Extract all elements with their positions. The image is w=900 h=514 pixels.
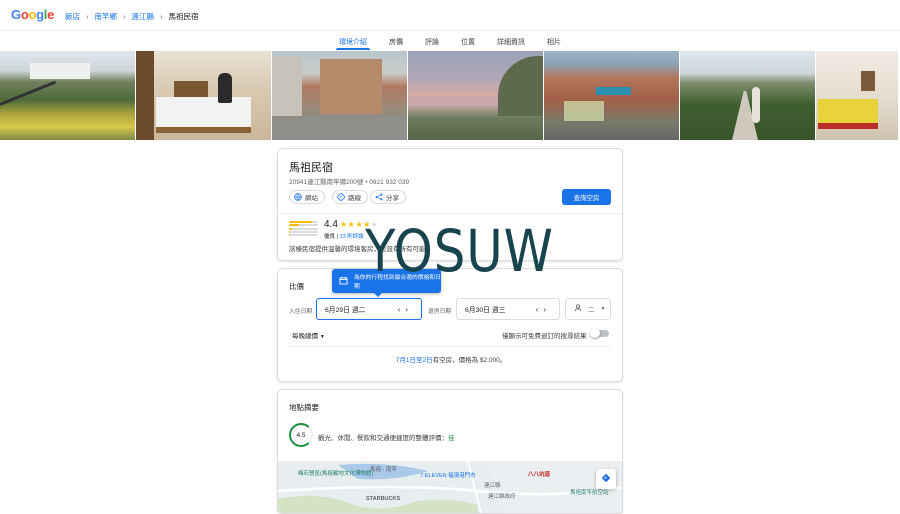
rating-word: 優良 xyxy=(324,234,336,240)
breadcrumb-separator: › xyxy=(86,12,89,21)
watermark: YOSUW xyxy=(365,217,554,285)
rating-value: 4.4 xyxy=(324,219,338,230)
check-out-value: 6月30日 週三 xyxy=(465,307,506,314)
rating-summary: 優良 | 33 則評論 xyxy=(324,232,364,240)
map-label-museum[interactable]: 梅石營區(馬祖戰地文化博物館) xyxy=(298,469,373,477)
check-out-arrows[interactable]: ‹› xyxy=(536,305,551,314)
location-score-text: 觀光、休閒、餐飲和交通便捷度的整體評價： xyxy=(318,435,448,442)
breadcrumb: 飯店 › 南竿鄉 › 連江縣 › 馬祖民宿 xyxy=(65,11,199,22)
photo-guesthouse-exterior[interactable] xyxy=(544,51,679,140)
guests-selector[interactable]: 二 ▼ xyxy=(565,298,611,320)
check-availability-button[interactable]: 查詢空房 xyxy=(562,189,611,205)
map-label-county: 連江縣 xyxy=(484,483,501,489)
location-section-title: 地點摘要 xyxy=(289,403,319,412)
location-score-ring: 4.5 xyxy=(289,423,313,447)
price-comparison-card: 比價 7月1日至2日有空房，價格為 $2,000。 xyxy=(277,268,623,382)
photo-bedroom[interactable] xyxy=(136,51,271,140)
breadcrumb-hotels[interactable]: 飯店 xyxy=(65,11,80,22)
location-map[interactable]: 梅石營區(馬祖戰地文化博物館) 馬祖 - 南竿 7-ELEVEN 福澳港門市 八… xyxy=(278,461,622,513)
guests-value: 二 xyxy=(588,307,595,314)
reviews-link[interactable]: 33 則評論 xyxy=(340,234,364,240)
calendar-icon xyxy=(339,276,348,287)
map-label-lake: 馬祖 - 南竿 xyxy=(370,467,397,473)
map-label-7eleven[interactable]: 7-ELEVEN 福澳港門市 xyxy=(420,471,476,479)
map-label-airport[interactable]: 馬祖南竿航空站 xyxy=(570,488,609,496)
hotel-name: 馬祖民宿 xyxy=(289,162,333,174)
directions-icon xyxy=(337,193,345,201)
website-button[interactable]: 網站 xyxy=(289,190,325,204)
rating-bar-fill xyxy=(289,234,291,237)
card-divider xyxy=(278,213,622,214)
photo-room-yellow[interactable] xyxy=(816,51,898,140)
location-score: 4.5 xyxy=(296,431,306,439)
breadcrumb-separator: › xyxy=(160,12,163,21)
share-button[interactable]: 分享 xyxy=(370,190,406,204)
chevron-down-icon: ▼ xyxy=(600,306,606,312)
share-label: 分享 xyxy=(386,195,399,202)
dropdown-arrow-icon: ▼ xyxy=(319,334,325,340)
directions-label: 路線 xyxy=(348,195,361,202)
check-in-label: 入住日期 xyxy=(289,309,313,315)
directions-button[interactable]: 路線 xyxy=(332,190,368,204)
share-icon xyxy=(375,193,383,201)
availability-divider xyxy=(288,346,610,347)
rating-bar-1 xyxy=(289,234,318,237)
photo-street[interactable] xyxy=(272,51,407,140)
map-label-starbucks[interactable]: STARBUCKS xyxy=(366,496,400,502)
nightly-price-dropdown[interactable]: 每晚總價 ▼ xyxy=(292,330,325,340)
breadcrumb-county[interactable]: 連江縣 xyxy=(132,11,155,22)
rating-bar-5 xyxy=(289,221,318,223)
availability-text: 有空房，價格為 $2,000。 xyxy=(432,357,507,364)
tab-overview[interactable]: 環境介紹 xyxy=(336,32,370,50)
map-label-county-gov[interactable]: 連江縣政府 xyxy=(488,492,516,500)
free-cancellation-toggle[interactable] xyxy=(590,328,609,338)
directions-map-button[interactable] xyxy=(596,469,616,489)
nightly-price-label: 每晚總價 xyxy=(292,333,318,340)
check-out-date-field[interactable]: 6月30日 週三 ‹› xyxy=(456,298,560,320)
google-logo[interactable]: Google xyxy=(11,7,54,22)
location-score-word: 佳 xyxy=(448,435,455,442)
location-score-description: 觀光、休閒、餐飲和交通便捷度的整體評價：佳 xyxy=(318,432,455,442)
breadcrumb-separator: › xyxy=(123,12,126,21)
rating-bar-fill xyxy=(289,224,300,227)
directions-icon xyxy=(601,470,611,488)
website-label: 網站 xyxy=(305,195,318,202)
check-in-date-field[interactable]: 6月29日 週二 ‹› xyxy=(316,298,422,320)
person-icon xyxy=(574,304,582,314)
free-cancellation-label: 僅顯示可免費退訂的搜尋結果 xyxy=(502,333,587,340)
rating-distribution xyxy=(289,221,318,237)
map-label-restaurant[interactable]: 八八坑道 xyxy=(528,470,550,478)
tab-reviews[interactable]: 評論 xyxy=(425,32,439,50)
breadcrumb-current: 馬祖民宿 xyxy=(168,12,199,21)
globe-icon xyxy=(294,193,302,201)
rating-bar-3 xyxy=(289,227,318,230)
availability-dates[interactable]: 7月1日至2日 xyxy=(396,357,433,364)
photo-gallery xyxy=(0,51,900,140)
rating-bar-fill xyxy=(289,221,313,223)
tab-location[interactable]: 位置 xyxy=(461,32,475,50)
rating-bar-fill xyxy=(289,230,291,233)
check-in-value: 6月29日 週二 xyxy=(325,307,366,314)
rating-bar-fill xyxy=(289,227,293,230)
check-in-arrows[interactable]: ‹› xyxy=(398,305,413,314)
breadcrumb-township[interactable]: 南竿鄉 xyxy=(95,11,118,22)
photo-walkway[interactable] xyxy=(680,51,815,140)
location-summary-card: 地點摘要 4.5 觀光、休閒、餐飲和交通便捷度的整體評價：佳 梅石營區(馬祖戰地… xyxy=(277,389,623,514)
tab-prices[interactable]: 房價 xyxy=(389,32,403,50)
hotel-address: 20941連江縣南竿鄉200號 • 0921 932 039 xyxy=(289,179,410,186)
availability-message: 7月1日至2日有空房，價格為 $2,000。 xyxy=(278,354,624,364)
tab-details[interactable]: 詳細資訊 xyxy=(497,32,525,50)
rating-bar-2 xyxy=(289,230,318,233)
tab-photos[interactable]: 相片 xyxy=(547,32,561,50)
top-bar: Google 飯店 › 南竿鄉 › 連江縣 › 馬祖民宿 xyxy=(0,0,900,31)
check-out-label: 退房日期 xyxy=(428,309,452,315)
photo-beach[interactable] xyxy=(408,51,543,140)
photo-garden[interactable] xyxy=(0,51,135,140)
price-section-title: 比價 xyxy=(289,282,304,291)
rating-bar-4 xyxy=(289,224,318,227)
hotel-tabs: 環境介紹 房價 評論 位置 詳細資訊 相片 xyxy=(0,32,900,50)
